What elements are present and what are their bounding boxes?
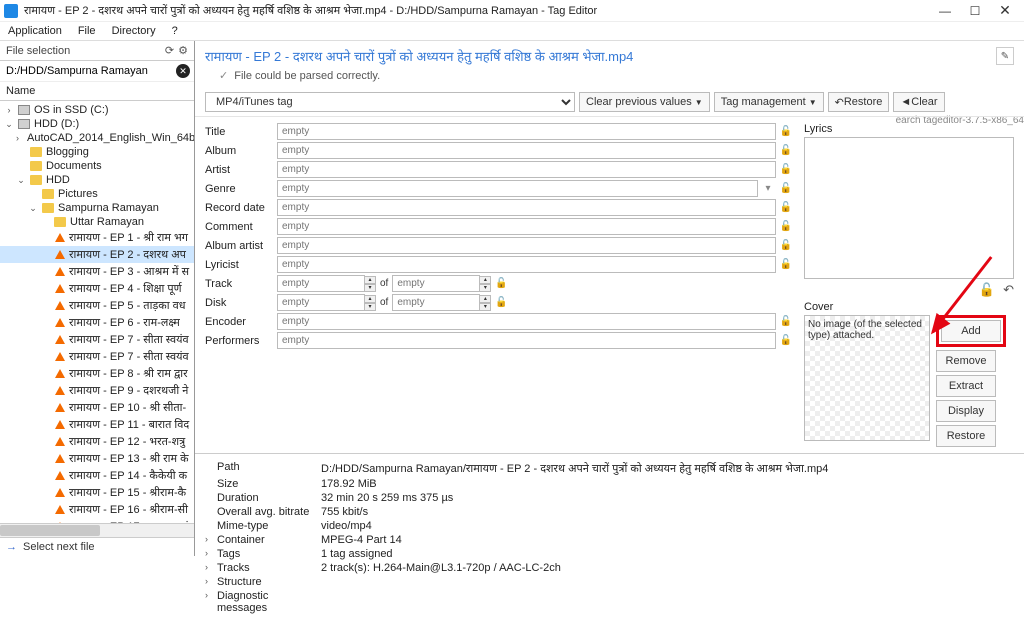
tag-type-select[interactable]: MP4/iTunes tag: [205, 92, 575, 112]
menubar: Application File Directory ?: [0, 22, 1024, 41]
cover-remove-button[interactable]: Remove: [936, 350, 996, 372]
tree-item[interactable]: ⌄HDD (D:): [0, 117, 194, 131]
tree-item[interactable]: रामायण - EP 4 - शिक्षा पूर्ण: [0, 280, 194, 297]
name-column-header[interactable]: Name: [0, 82, 194, 101]
check-icon: ✓: [219, 69, 228, 82]
cover-extract-button[interactable]: Extract: [936, 375, 996, 397]
track-total-input[interactable]: [392, 275, 480, 292]
disk-total-input[interactable]: [392, 294, 480, 311]
genre-input[interactable]: [277, 180, 758, 197]
cover-display-button[interactable]: Display: [936, 400, 996, 422]
tree-item[interactable]: रामायण - EP 11 - बारात विद: [0, 416, 194, 433]
tree-item[interactable]: रामायण - EP 7 - सीता स्वयंव: [0, 348, 194, 365]
cover-add-button[interactable]: Add: [941, 320, 1001, 342]
tree-item[interactable]: रामायण - EP 14 - कैकेयी क: [0, 467, 194, 484]
tree-item[interactable]: रामायण - EP 16 - श्रीराम-सी: [0, 501, 194, 518]
undo-icon[interactable]: ↶: [1003, 282, 1014, 298]
tree-item[interactable]: रामायण - EP 13 - श्री राम के: [0, 450, 194, 467]
performers-input[interactable]: [277, 332, 776, 349]
file-details: PathD:/HDD/Sampurna Ramayan/रामायण - EP …: [195, 453, 1024, 621]
titlebar: रामायण - EP 2 - दशरथ अपने चारों पुत्रों …: [0, 0, 1024, 22]
tree-item[interactable]: रामायण - EP 9 - दशरथजी ने: [0, 382, 194, 399]
cover-restore-button[interactable]: Restore: [936, 425, 996, 447]
tree-item[interactable]: रामायण - EP 15 - श्रीराम-कै: [0, 484, 194, 501]
tree-item[interactable]: रामायण - EP 10 - श्री सीता-: [0, 399, 194, 416]
tree-item[interactable]: रामायण - EP 1 - श्री राम भग: [0, 229, 194, 246]
close-button[interactable]: ✕: [990, 1, 1020, 21]
menu-directory[interactable]: Directory: [112, 25, 156, 37]
sidebar: File selection ⟳⚙ ✕ Name ›OS in SSD (C:)…: [0, 41, 195, 556]
file-title: रामायण - EP 2 - दशरथ अपने चारों पुत्रों …: [205, 47, 996, 65]
tree-item[interactable]: रामायण - EP 2 - दशरथ अप: [0, 246, 194, 263]
tree-item[interactable]: ⌄HDD: [0, 173, 194, 187]
menu-application[interactable]: Application: [8, 25, 62, 37]
tree-item[interactable]: रामायण - EP 5 - ताड़का वध: [0, 297, 194, 314]
tree-item[interactable]: रामायण - EP 8 - श्री राम द्वार: [0, 365, 194, 382]
tree-item[interactable]: रामायण - EP 12 - भरत-शत्रु: [0, 433, 194, 450]
minimize-button[interactable]: —: [930, 1, 960, 21]
tree-item[interactable]: Documents: [0, 159, 194, 173]
cover-preview: No image (of the selected type) attached…: [804, 315, 930, 441]
lyrics-label: Lyrics: [804, 123, 1014, 135]
tree-item[interactable]: ›AutoCAD_2014_English_Win_64b: [0, 131, 194, 145]
lyricist-input[interactable]: [277, 256, 776, 273]
tree-item[interactable]: रामायण - EP 3 - आश्रम में स: [0, 263, 194, 280]
cover-label: Cover: [804, 301, 1014, 313]
refresh-icon[interactable]: ⟳: [165, 45, 174, 57]
clear-button[interactable]: ◄ Clear: [893, 92, 944, 112]
app-icon: [4, 4, 18, 18]
clear-previous-button[interactable]: Clear previous values▼: [579, 92, 710, 112]
encoder-input[interactable]: [277, 313, 776, 330]
file-tree[interactable]: ›OS in SSD (C:)⌄HDD (D:)›AutoCAD_2014_En…: [0, 101, 194, 523]
h-scrollbar[interactable]: [0, 523, 194, 537]
parse-status: ✓ File could be parsed correctly.: [195, 69, 1024, 88]
title-input[interactable]: [277, 123, 776, 140]
tree-item[interactable]: ⌄Sampurna Ramayan: [0, 201, 194, 215]
comment-input[interactable]: [277, 218, 776, 235]
tree-item[interactable]: Uttar Ramayan: [0, 215, 194, 229]
restore-button[interactable]: ↶ Restore: [828, 92, 890, 112]
filter-icon[interactable]: ⚙: [178, 45, 188, 57]
artist-input[interactable]: [277, 161, 776, 178]
tag-management-button[interactable]: Tag management▼: [714, 92, 824, 112]
menu-file[interactable]: File: [78, 25, 96, 37]
maximize-button[interactable]: ☐: [960, 1, 990, 21]
clear-path-icon[interactable]: ✕: [176, 64, 190, 78]
tree-item[interactable]: रामायण - EP 6 - राम-लक्ष्म: [0, 314, 194, 331]
menu-help[interactable]: ?: [172, 25, 178, 37]
tree-item[interactable]: Pictures: [0, 187, 194, 201]
window-title: रामायण - EP 2 - दशरथ अपने चारों पुत्रों …: [24, 3, 930, 18]
path-input[interactable]: [4, 63, 173, 79]
select-next-file[interactable]: →Select next file: [0, 537, 194, 556]
lyrics-box[interactable]: [804, 137, 1014, 279]
sidebar-header: File selection ⟳⚙: [0, 41, 194, 61]
tree-item[interactable]: Blogging: [0, 145, 194, 159]
recdate-input[interactable]: [277, 199, 776, 216]
track-input[interactable]: [277, 275, 365, 292]
album-input[interactable]: [277, 142, 776, 159]
albumartist-input[interactable]: [277, 237, 776, 254]
tree-item[interactable]: रामायण - EP 7 - सीता स्वयंव: [0, 331, 194, 348]
disk-input[interactable]: [277, 294, 365, 311]
tree-item[interactable]: ›OS in SSD (C:): [0, 103, 194, 117]
edit-title-button[interactable]: ✎: [996, 47, 1014, 65]
lock-icon[interactable]: 🔓: [979, 282, 995, 298]
